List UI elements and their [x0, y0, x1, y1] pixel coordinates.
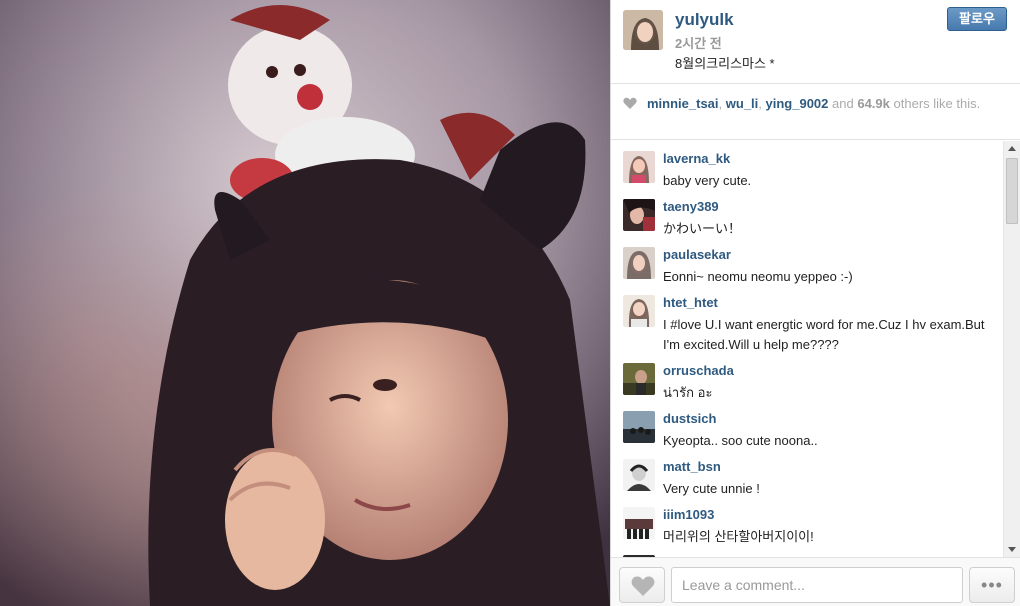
- commenter-avatar[interactable]: [623, 247, 655, 279]
- commenter-avatar[interactable]: [623, 199, 655, 231]
- commenter-avatar[interactable]: [623, 151, 655, 183]
- scroll-up-arrow-icon[interactable]: [1004, 141, 1020, 157]
- photo-illustration: [0, 0, 610, 606]
- liker-link[interactable]: ying_9002: [766, 96, 829, 111]
- commenter-avatar-image: [623, 363, 655, 395]
- post-details-panel: yulyulk 2시간 전 8월의크리스마스 * 팔로우 minnie_tsai…: [610, 0, 1020, 606]
- comment-username[interactable]: paulasekar: [663, 247, 731, 262]
- scroll-down-arrow-icon[interactable]: [1004, 541, 1020, 557]
- comment-username[interactable]: laverna_kk: [663, 151, 730, 166]
- liker-link[interactable]: minnie_tsai: [647, 96, 719, 111]
- comment-text: baby very cute.: [663, 173, 752, 188]
- likes-and-text: and: [832, 96, 854, 111]
- commenter-avatar[interactable]: [623, 459, 655, 491]
- heart-icon: [631, 576, 655, 596]
- comment-text: น่ารัก อะ: [663, 385, 713, 400]
- commenter-avatar[interactable]: [623, 363, 655, 395]
- comment-input[interactable]: [671, 567, 963, 603]
- comment-username[interactable]: htet_htet: [663, 295, 718, 310]
- like-button[interactable]: [619, 567, 665, 603]
- commenter-avatar[interactable]: [623, 295, 655, 327]
- comments-list[interactable]: laverna_kk baby very cute. taeny389 かわいー…: [611, 141, 1020, 557]
- likes-count[interactable]: 64.9k: [857, 96, 890, 111]
- commenter-avatar-image: [623, 507, 655, 539]
- commenter-avatar-image: [623, 199, 655, 231]
- commenter-avatar-image: [623, 411, 655, 443]
- heart-icon: [623, 97, 637, 109]
- post-photo: [0, 0, 610, 606]
- liker-link[interactable]: wu_li: [726, 96, 759, 111]
- post-header: yulyulk 2시간 전 8월의크리스마스 * 팔로우: [611, 0, 1020, 84]
- comment-text: Kyeopta.. soo cute noona..: [663, 433, 818, 448]
- commenter-avatar[interactable]: [623, 507, 655, 539]
- post-timestamp: 2시간 전: [675, 36, 722, 51]
- comment-text: かわいーい！: [663, 221, 742, 236]
- more-options-button[interactable]: •••: [969, 567, 1015, 603]
- post-caption: 8월의크리스마스 *: [675, 56, 775, 71]
- commenter-avatar-image: [623, 247, 655, 279]
- comment-username[interactable]: matt_bsn: [663, 459, 721, 474]
- scroll-thumb[interactable]: [1006, 158, 1018, 224]
- comment-text: 머리위의 산타할아버지이이!: [663, 529, 814, 544]
- likes-suffix: others like this.: [893, 96, 981, 111]
- comment-bar: •••: [611, 557, 1020, 606]
- commenter-avatar[interactable]: [623, 411, 655, 443]
- owner-avatar[interactable]: [623, 10, 663, 50]
- owner-avatar-image: [623, 10, 663, 50]
- commenter-avatar-image: [623, 151, 655, 183]
- likes-summary: minnie_tsai, wu_li, ying_9002 and 64.9k …: [611, 85, 1020, 140]
- comment-text: I #love U.I want energtic word for me.Cu…: [663, 317, 985, 352]
- comment-username[interactable]: orruschada: [663, 363, 734, 378]
- commenter-avatar-image: [623, 295, 655, 327]
- follow-button[interactable]: 팔로우: [947, 7, 1007, 31]
- owner-username[interactable]: yulyulk: [675, 10, 734, 30]
- commenter-avatar-image: [623, 459, 655, 491]
- comment-text: Very cute unnie !: [663, 481, 760, 496]
- comment-username[interactable]: taeny389: [663, 199, 719, 214]
- comment-username[interactable]: iiim1093: [663, 507, 714, 522]
- comments-scrollbar[interactable]: [1003, 141, 1020, 557]
- comment-username[interactable]: dustsich: [663, 411, 716, 426]
- comment-text: Eonni~ neomu neomu yeppeo :-): [663, 269, 853, 284]
